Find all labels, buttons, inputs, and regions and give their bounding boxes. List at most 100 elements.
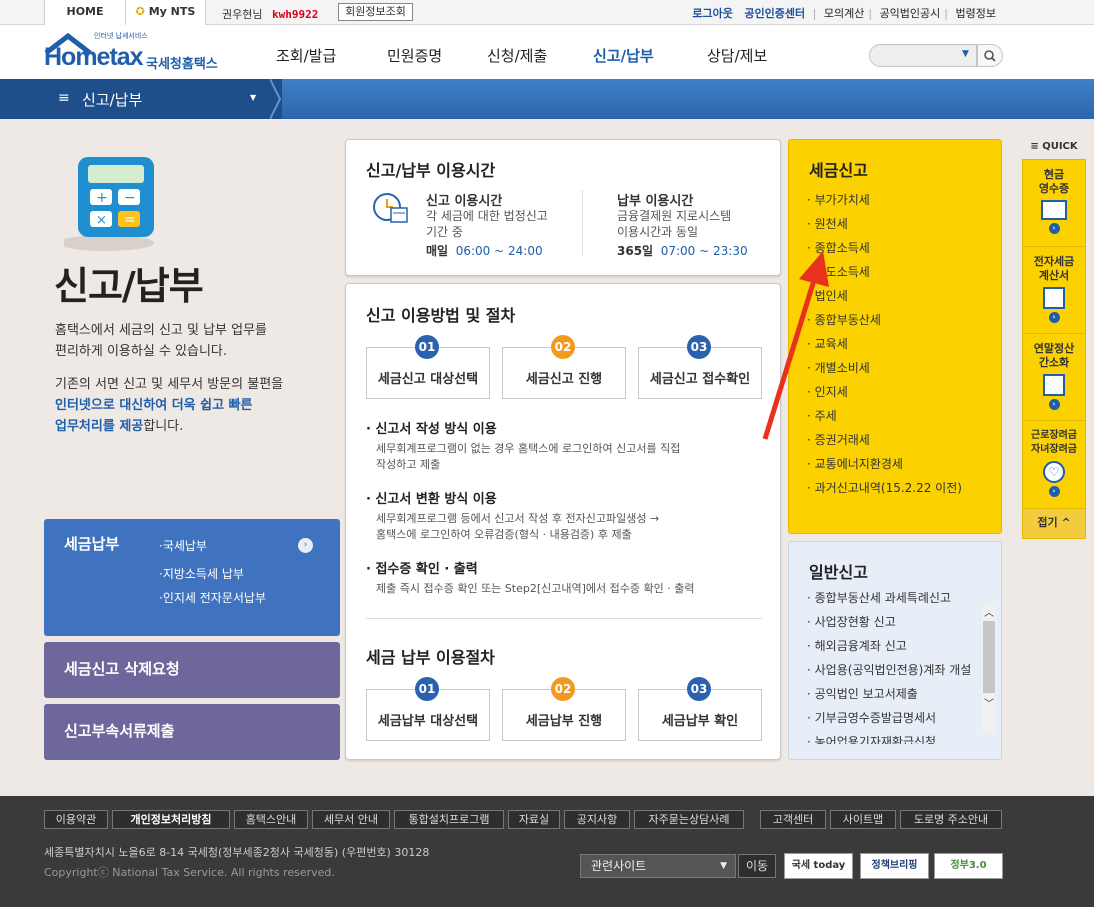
quick-e-tax-invoice[interactable]: 전자세금 계산서 ›	[1023, 247, 1085, 334]
gnb-certificate[interactable]: 민원증명	[387, 45, 442, 66]
quick-year-end-settlement[interactable]: 연말정산 간소화 ›	[1023, 334, 1085, 421]
chevron-right-icon: ›	[1048, 223, 1060, 234]
tax-filing-title: 세금신고	[809, 161, 868, 180]
footer-link-privacy[interactable]: 개인정보처리방침	[112, 810, 230, 829]
step-number: 02	[551, 677, 575, 701]
footer-link-install[interactable]: 통합설치프로그램	[394, 810, 504, 829]
general-item[interactable]: · 공익법인 보고서제출	[807, 682, 983, 706]
nav-arrow-shape	[270, 79, 282, 119]
footer-link-address[interactable]: 도로명 주소안내	[900, 810, 1002, 829]
general-filing-panel: 일반신고 · 종합부동산세 과세특례신고 · 사업장현황 신고 · 해외금융계좌…	[788, 541, 1002, 760]
quick-menu: ≡ QUICK 현금 영수증 › 전자세금 계산서 › 연말정산 간소화 › 근로장려…	[1022, 139, 1086, 539]
general-item[interactable]: · 기부금영수증발급명세서	[807, 706, 983, 730]
logout-link[interactable]: 로그아웃	[688, 7, 736, 20]
svg-text:=: =	[124, 212, 136, 228]
method-item: · 접수증 확인 · 출력 제출 즉시 접수증 확인 또는 Step2[신고내역…	[366, 562, 695, 595]
general-item[interactable]: · 농어업용기자재환급신청	[807, 730, 983, 744]
footer-link-sitemap[interactable]: 사이트맵	[830, 810, 896, 829]
chevron-right-icon: ›	[1048, 399, 1060, 410]
top-links: 로그아웃 공인인증센터 | 모의계산 | 공익법인공시 | 법령정보	[688, 5, 1000, 21]
general-item[interactable]: · 종합부동산세 과세특례신고	[807, 586, 983, 610]
footer-address: 세종특별자치시 노을6로 8-14 국세청(정부세종2청사 국세청동) (우편번…	[44, 846, 430, 859]
gnb-application[interactable]: 신청/제출	[487, 45, 547, 66]
law-info-link[interactable]: 법령정보	[952, 7, 1000, 20]
banner-policy-briefing[interactable]: 정책브리핑	[860, 853, 929, 879]
hometax-logo[interactable]: 인터넷 납세서비스 Hometax 국세청홈택스	[44, 31, 234, 73]
star-icon: ✪	[135, 5, 145, 18]
footer-copyright: Copyrightⓒ National Tax Service. All rig…	[44, 866, 335, 879]
footer-link-terms[interactable]: 이용약관	[44, 810, 108, 829]
chevron-right-icon[interactable]: ›	[298, 538, 313, 553]
banner-tax-today[interactable]: 국세 today	[784, 853, 853, 879]
quick-fold-button[interactable]: 접기 ^	[1022, 509, 1086, 539]
gnb-consult[interactable]: 상담/제보	[707, 45, 767, 66]
home-tab[interactable]: HOME	[44, 0, 126, 25]
procedure-card: 신고 이용방법 및 절차 세금신고 대상선택 01 세금신고 진행 02 세금신…	[345, 283, 781, 760]
logo-tagline: 인터넷 납세서비스	[94, 32, 148, 40]
chevron-down-icon[interactable]: ▼	[962, 49, 969, 59]
card-divider	[582, 190, 583, 256]
attachment-submit-button[interactable]: 신고부속서류제출	[44, 704, 340, 760]
quick-earned-income-credit[interactable]: 근로장려금 자녀장려금 ♡ ›	[1023, 421, 1085, 508]
national-tax-payment-link[interactable]: ·국세납부	[159, 537, 207, 554]
chevron-down-icon[interactable]: ﹀	[982, 695, 996, 710]
gnb-inquiry[interactable]: 조회/발급	[276, 45, 336, 66]
attachment-submit-label: 신고부속서류제출	[64, 722, 175, 740]
footer-link-faq[interactable]: 자주묻는상담사례	[634, 810, 744, 829]
svg-text:−: −	[124, 190, 136, 206]
mynts-tab[interactable]: ✪ My NTS	[126, 0, 206, 25]
footer-link-customer[interactable]: 고객센터	[760, 810, 826, 829]
calculator-icon: + − × =	[64, 157, 154, 251]
go-button[interactable]: 이동	[738, 854, 776, 878]
tax-item-transport[interactable]: · 교통에너지환경세	[807, 452, 962, 476]
chevron-down-icon: ▼	[720, 861, 727, 871]
footer: 이용약관 개인정보처리방침 홈택스안내 세무서 안내 통합설치프로그램 자료실 …	[0, 796, 1094, 907]
related-sites-select[interactable]: 관련사이트 ▼	[580, 854, 736, 878]
mock-calc-link[interactable]: 모의계산	[820, 7, 868, 20]
banner-gov30[interactable]: 정부3.0	[934, 853, 1003, 879]
tax-item-vat[interactable]: · 부가가치세	[807, 188, 962, 212]
search-button[interactable]	[977, 44, 1003, 67]
filing-time-title: 신고 이용시간	[426, 194, 503, 209]
red-arrow-annotation	[762, 251, 829, 440]
quick-cash-receipt[interactable]: 현금 영수증 ›	[1023, 160, 1085, 247]
current-menu-selector[interactable]: ≡ 신고/납부 ▼	[0, 79, 282, 119]
main-content: + − × = 신고/납부 홈택스에서 세금의 신고 및 납부 업무를 편리하게…	[0, 119, 1094, 796]
member-info-button[interactable]: 회원정보조회	[338, 3, 413, 21]
footer-link-guide[interactable]: 홈택스안내	[234, 810, 308, 829]
tax-payment-title: 세금납부	[64, 535, 120, 553]
footer-link-office[interactable]: 세무서 안내	[312, 810, 390, 829]
footer-link-archive[interactable]: 자료실	[508, 810, 560, 829]
gnb-filing[interactable]: 신고/납부	[593, 45, 654, 66]
general-item[interactable]: · 사업용(공익법인전용)계좌 개설	[807, 658, 983, 682]
footer-link-notice[interactable]: 공지사항	[564, 810, 630, 829]
scrollbar-thumb[interactable]	[983, 621, 995, 693]
general-filing-title: 일반신고	[809, 563, 868, 582]
general-item[interactable]: · 해외금융계좌 신고	[807, 634, 983, 658]
stamp-tax-link[interactable]: ·인지세 전자문서납부	[159, 589, 266, 606]
search-input[interactable]	[869, 44, 977, 67]
cert-center-link[interactable]: 공인인증센터	[740, 7, 809, 20]
tax-item-past-history[interactable]: · 과거신고내역(15.2.22 이전)	[807, 476, 962, 500]
heart-hand-icon: ♡	[1043, 461, 1065, 483]
general-item[interactable]: · 사업장현황 신고	[807, 610, 983, 634]
public-corp-link[interactable]: 공익법인공시	[876, 7, 945, 20]
document-icon	[1043, 374, 1065, 396]
search-icon	[984, 50, 996, 62]
current-menu-label: 신고/납부	[82, 91, 143, 109]
chevron-up-icon: ^	[1061, 516, 1071, 529]
filing-time-desc: 각 세금에 대한 법정신고 기간 중	[426, 209, 548, 239]
page-description: 홈택스에서 세금의 신고 및 납부 업무를 편리하게 이용하실 수 있습니다. …	[55, 323, 284, 434]
payment-time-title: 납부 이용시간	[617, 194, 694, 209]
scrollbar[interactable]: ︿ ﹀	[982, 604, 996, 734]
delete-request-button[interactable]: 세금신고 삭제요청	[44, 642, 340, 698]
step-number: 03	[687, 677, 711, 701]
tax-item-withholding[interactable]: · 원천세	[807, 212, 962, 236]
local-income-tax-link[interactable]: ·지방소득세 납부	[159, 565, 244, 582]
step-number: 01	[415, 335, 439, 359]
chevron-up-icon[interactable]: ︿	[982, 604, 996, 619]
chevron-down-icon: ▼	[250, 93, 257, 102]
top-utility-bar: HOME ✪ My NTS 권우현님 kwh9922 회원정보조회 로그아웃 공…	[0, 0, 1094, 25]
logo-subtitle: 국세청홈택스	[146, 57, 218, 72]
general-filing-list: · 종합부동산세 과세특례신고 · 사업장현황 신고 · 해외금융계좌 신고 ·…	[807, 586, 983, 744]
